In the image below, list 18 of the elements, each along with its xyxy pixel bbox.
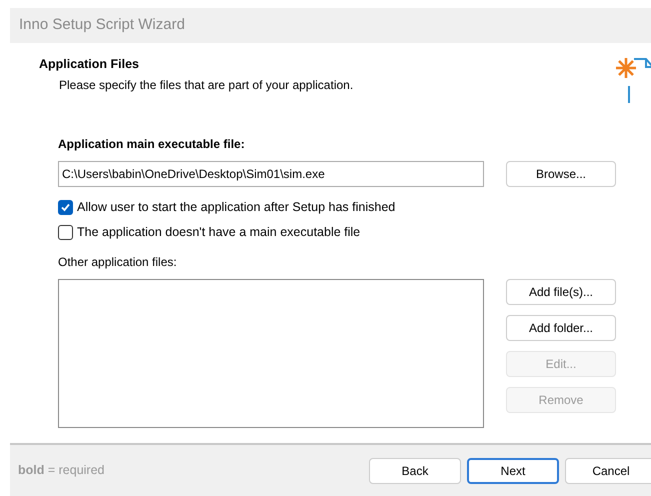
executable-path-field[interactable]: C:\Users\babin\OneDrive\Desktop\Sim01\sim.exe xyxy=(58,161,484,187)
page-subtitle: Please specify the files that are part of your application. xyxy=(59,77,354,94)
list-action-button[interactable]: Add folder... xyxy=(506,315,616,341)
page-title: Application Files xyxy=(39,57,140,72)
field-label: Application main executable file: xyxy=(58,136,246,153)
checkbox[interactable] xyxy=(58,225,73,240)
checkbox-label[interactable]: The application doesn't have a main executable file xyxy=(77,223,360,242)
window-title: Inno Setup Script Wizard xyxy=(19,15,185,36)
wizard-button[interactable]: Back xyxy=(369,458,461,484)
checkbox[interactable] xyxy=(58,200,73,215)
section-label: Other application files: xyxy=(58,254,178,271)
checkbox-label[interactable]: Allow user to start the application after Setup has finished xyxy=(77,198,396,217)
check-icon xyxy=(60,202,71,213)
browse-button[interactable]: Browse... xyxy=(506,161,616,187)
legend-note: bold = required xyxy=(18,462,104,480)
wizard-button[interactable]: Cancel xyxy=(565,458,651,484)
wizard-button[interactable]: Next xyxy=(467,458,559,484)
list-action-button[interactable]: Add file(s)... xyxy=(506,279,616,305)
